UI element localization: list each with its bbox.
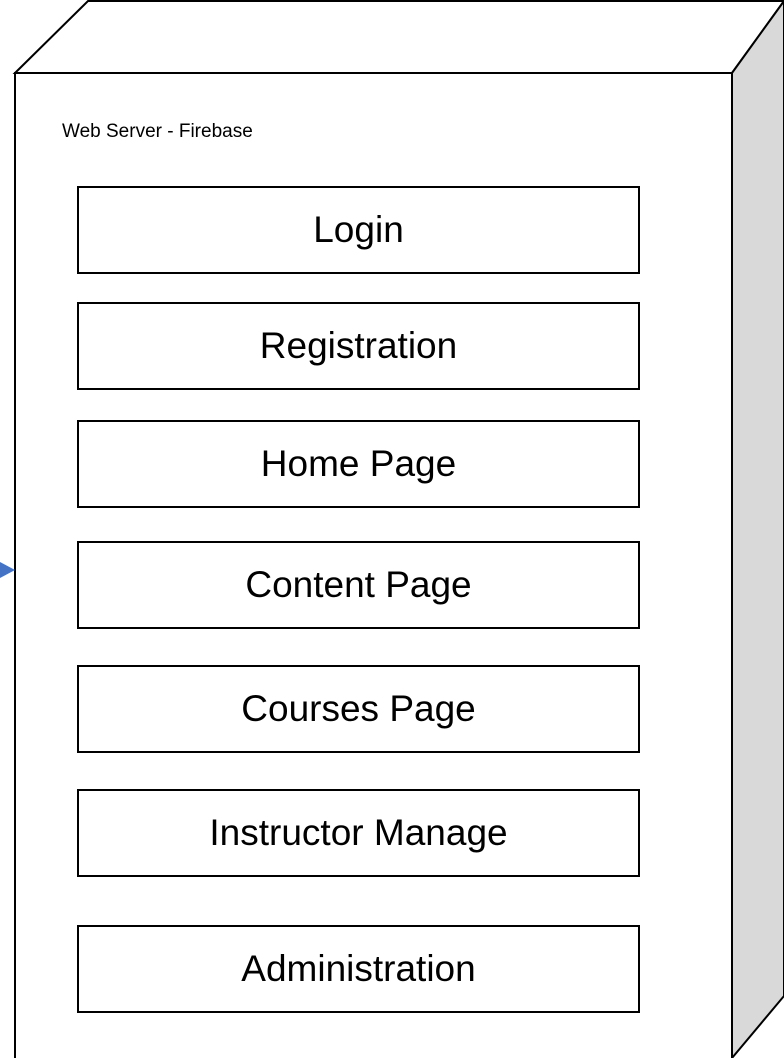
node-top-face — [12, 0, 784, 74]
component-courses-page: Courses Page — [77, 665, 640, 753]
component-home-page: Home Page — [77, 420, 640, 508]
component-instructor-manage: Instructor Manage — [77, 789, 640, 877]
web-server-node — [0, 0, 784, 1058]
component-administration: Administration — [77, 925, 640, 1013]
component-login: Login — [77, 186, 640, 274]
node-side-face — [731, 0, 784, 1058]
node-label: Web Server - Firebase — [62, 121, 253, 142]
component-registration: Registration — [77, 302, 640, 390]
component-content-page: Content Page — [77, 541, 640, 629]
arrowhead-icon — [0, 562, 15, 578]
